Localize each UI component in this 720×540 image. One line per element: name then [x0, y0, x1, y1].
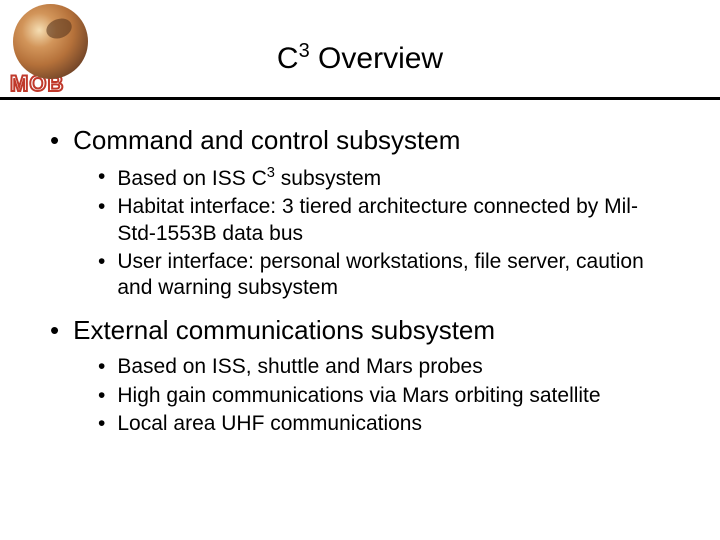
- title-prefix: C: [277, 42, 299, 75]
- list-item: High gain communications via Mars orbiti…: [98, 383, 670, 409]
- title-suffix: Overview: [310, 42, 443, 75]
- sub-text: Based on ISS, shuttle and Mars probes: [117, 354, 482, 380]
- slide-body: Command and control subsystem Based on I…: [0, 100, 720, 437]
- sub-list: Based on ISS C3 subsystem Habitat interf…: [50, 164, 670, 301]
- slide-title: C3 Overview: [0, 40, 720, 76]
- bullet-list: Command and control subsystem Based on I…: [50, 125, 670, 437]
- list-item: User interface: personal workstations, f…: [98, 249, 670, 302]
- list-item: Habitat interface: 3 tiered architecture…: [98, 194, 670, 247]
- sub-prefix: Based on ISS C: [117, 167, 266, 190]
- title-superscript: 3: [299, 40, 310, 62]
- list-item: Based on ISS, shuttle and Mars probes: [98, 354, 670, 380]
- list-item: Command and control subsystem Based on I…: [50, 125, 670, 301]
- list-item: External communications subsystem Based …: [50, 315, 670, 437]
- sub-list: Based on ISS, shuttle and Mars probes Hi…: [50, 354, 670, 437]
- bullet-heading: Command and control subsystem: [73, 125, 460, 156]
- bullet-heading: External communications subsystem: [73, 315, 495, 346]
- sub-superscript: 3: [267, 165, 275, 181]
- sub-text: Local area UHF communications: [117, 411, 422, 437]
- sub-text: High gain communications via Mars orbiti…: [117, 383, 600, 409]
- list-item: Based on ISS C3 subsystem: [98, 164, 670, 192]
- slide-header: MOB C3 Overview: [0, 0, 720, 100]
- list-item: Local area UHF communications: [98, 411, 670, 437]
- sub-text: Habitat interface: 3 tiered architecture…: [117, 194, 670, 247]
- sub-suffix: subsystem: [275, 167, 381, 190]
- sub-text: User interface: personal workstations, f…: [117, 249, 670, 302]
